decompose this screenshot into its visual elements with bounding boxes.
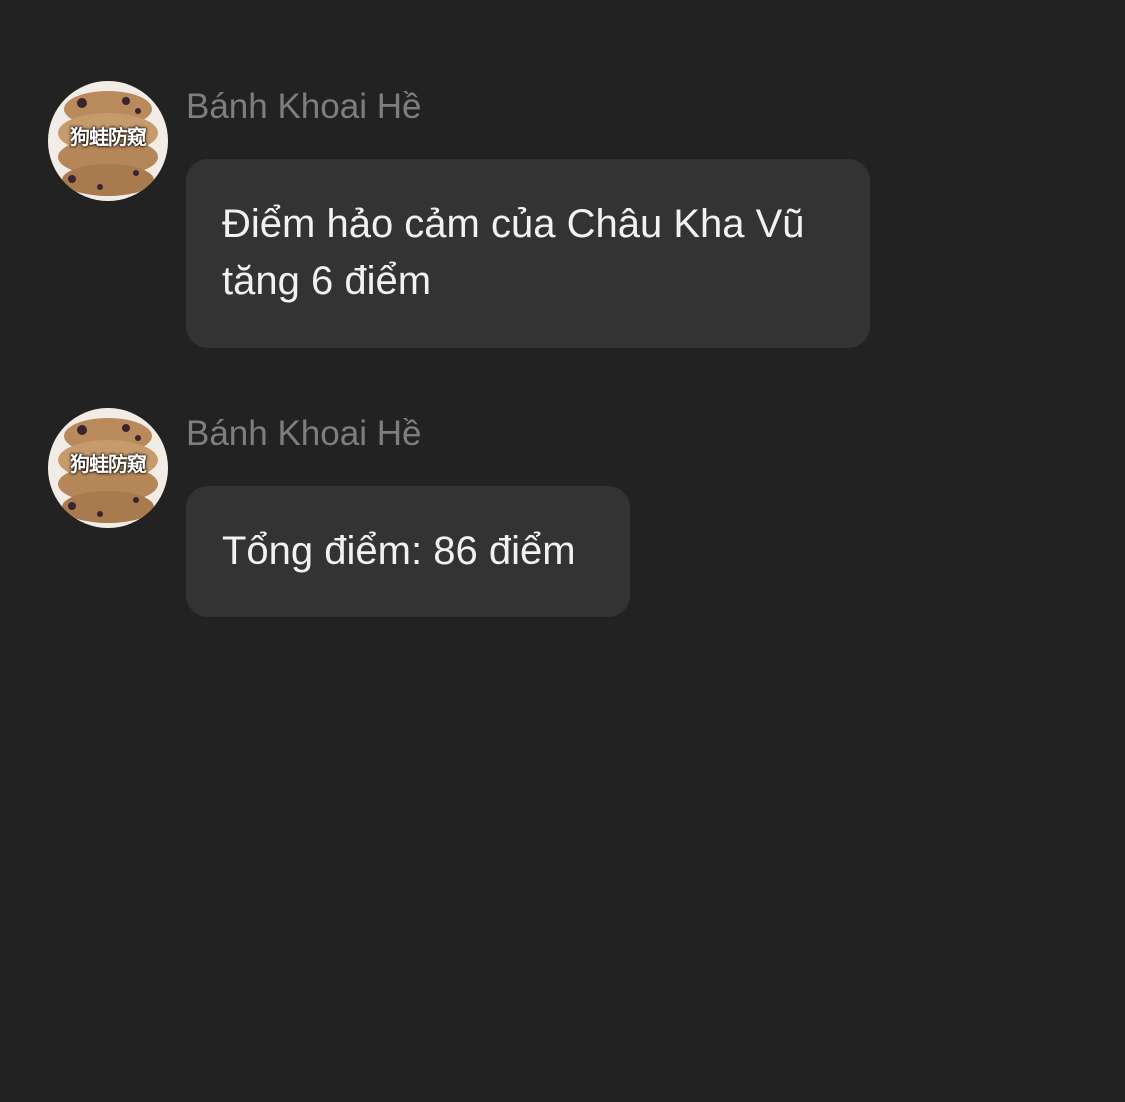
avatar-caption: 狗蛙防窥 (70, 125, 147, 149)
avatar[interactable]: 狗蛙防窥 (48, 81, 168, 201)
sender-name: Bánh Khoai Hề (186, 87, 422, 126)
message-text-line: Điểm hảo cảm của Châu Kha Vũ (222, 202, 805, 246)
message-text-line: Tổng điểm: 86 điểm (222, 529, 576, 573)
avatar-caption: 狗蛙防窥 (70, 452, 147, 476)
message-bubble[interactable]: Tổng điểm: 86 điểm (186, 486, 630, 617)
sender-name: Bánh Khoai Hề (186, 414, 422, 453)
avatar[interactable]: 狗蛙防窥 (48, 408, 168, 528)
chat-thread: 狗蛙防窥 Bánh Khoai Hề Điểm hảo cảm của Châu… (0, 0, 1125, 1102)
message-bubble[interactable]: Điểm hảo cảm của Châu Kha Vũ tăng 6 điểm (186, 159, 870, 348)
message-text-line: tăng 6 điểm (222, 259, 432, 303)
